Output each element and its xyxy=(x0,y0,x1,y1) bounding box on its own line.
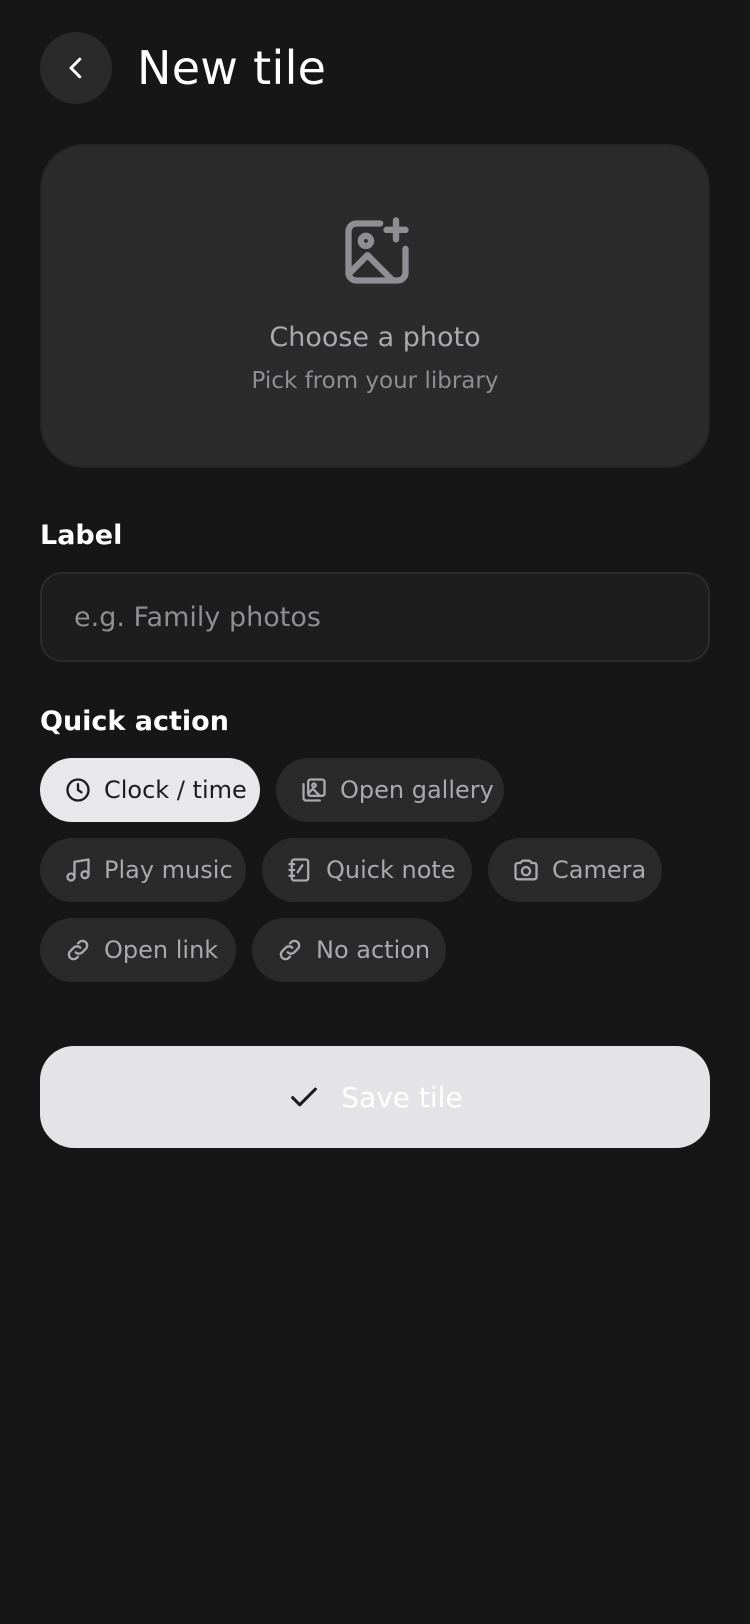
chevron-left-icon xyxy=(69,57,82,79)
chip-label: Quick note xyxy=(326,856,456,884)
chip-open-gallery[interactable]: Open gallery xyxy=(276,758,504,822)
link-icon xyxy=(276,936,304,964)
link-icon xyxy=(64,936,92,964)
new-tile-screen: New tile Choose a photo Pick from your l… xyxy=(0,0,750,1624)
chip-label: Clock / time xyxy=(104,776,247,804)
chip-label: Open link xyxy=(104,936,219,964)
label-heading: Label xyxy=(40,520,123,551)
page-title: New tile xyxy=(137,41,327,95)
chip-play-music[interactable]: Play music xyxy=(40,838,246,902)
check-icon xyxy=(287,1080,321,1114)
music-note-icon xyxy=(64,856,92,884)
notebook-icon xyxy=(286,856,314,884)
back-button[interactable] xyxy=(40,32,112,104)
photo-picker-title: Choose a photo xyxy=(269,322,481,353)
photo-picker-card[interactable] xyxy=(40,144,710,468)
camera-icon xyxy=(512,856,540,884)
chip-label: Open gallery xyxy=(340,776,494,804)
gallery-icon xyxy=(300,776,328,804)
chip-label: Play music xyxy=(104,856,233,884)
save-tile-label: Save tile xyxy=(341,1080,463,1114)
photo-picker-subtitle: Pick from your library xyxy=(251,368,499,394)
chip-camera[interactable]: Camera xyxy=(488,838,662,902)
label-input[interactable] xyxy=(40,572,710,662)
chip-label: Camera xyxy=(552,856,647,884)
chip-no-action[interactable]: No action xyxy=(252,918,446,982)
chip-label: No action xyxy=(316,936,431,964)
chip-quick-note[interactable]: Quick note xyxy=(262,838,472,902)
chip-clock-time[interactable]: Clock / time xyxy=(40,758,260,822)
save-tile-button[interactable]: Save tile xyxy=(40,1046,710,1148)
quick-action-heading: Quick action xyxy=(40,706,229,737)
chip-open-link[interactable]: Open link xyxy=(40,918,236,982)
clock-icon xyxy=(64,776,92,804)
image-plus-icon xyxy=(345,217,409,284)
